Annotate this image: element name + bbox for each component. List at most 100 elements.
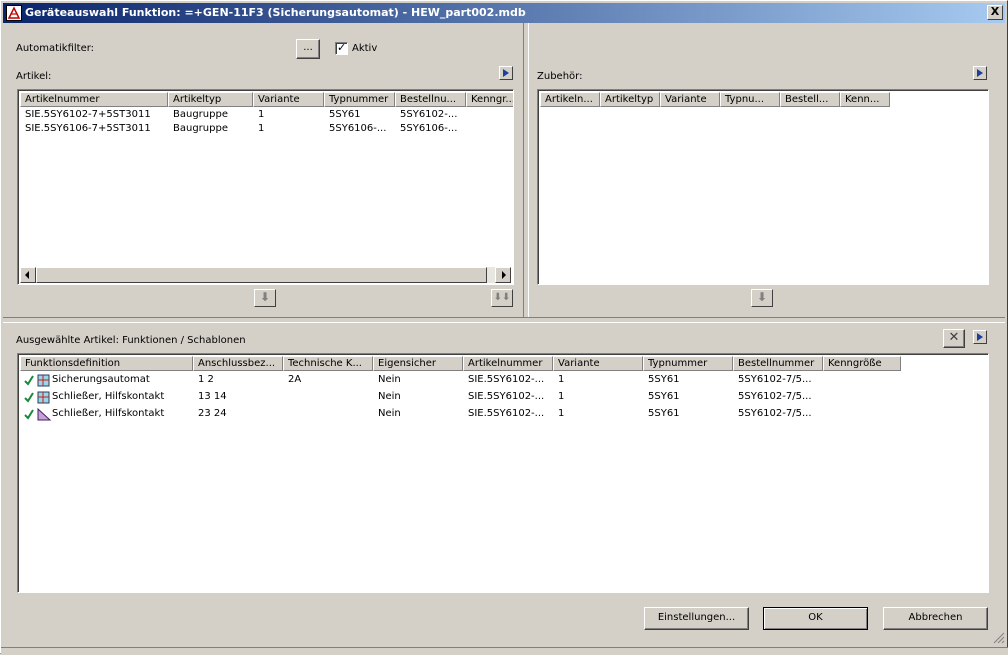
- ok-button[interactable]: OK: [763, 607, 868, 630]
- arrow-down-icon: ⬇: [756, 290, 768, 304]
- window-title: Geräteauswahl Funktion: =+GEN-11F3 (Sich…: [25, 6, 526, 19]
- cell: Baugruppe: [173, 109, 228, 120]
- x-icon: ✕: [948, 330, 960, 345]
- close-button[interactable]: X: [987, 5, 1003, 20]
- cell: Schließer, Hilfskontakt: [52, 391, 165, 402]
- device-selection-dialog: Geräteauswahl Funktion: =+GEN-11F3 (Sich…: [0, 0, 1008, 655]
- cell: [283, 390, 373, 404]
- column-header[interactable]: Bestellnummer: [733, 356, 823, 371]
- cell: 1: [558, 391, 565, 402]
- vertical-splitter[interactable]: [523, 23, 529, 317]
- cell: SIE.5SY6102-...: [468, 391, 545, 402]
- cell: [283, 407, 373, 421]
- play-arrow-icon: [977, 333, 983, 341]
- app-icon: [6, 5, 22, 21]
- column-header[interactable]: Kenngröße: [823, 356, 901, 371]
- cancel-button[interactable]: Abbrechen: [883, 607, 988, 630]
- column-header[interactable]: Anschlussbez...: [193, 356, 283, 371]
- play-arrow-icon: [503, 69, 509, 77]
- cell: Baugruppe: [173, 123, 228, 134]
- column-header[interactable]: Artikelnummer: [463, 356, 553, 371]
- remove-button[interactable]: ✕: [943, 329, 965, 348]
- scroll-left-button[interactable]: [20, 267, 36, 283]
- cell: Nein: [378, 408, 401, 419]
- cell: 13 14: [198, 391, 227, 402]
- arrow-down-icon: ⬇: [259, 290, 271, 304]
- column-header[interactable]: Variante: [553, 356, 643, 371]
- check-mark-icon: ✓: [337, 41, 347, 54]
- column-header[interactable]: Funktionsdefinition: [20, 356, 193, 371]
- resize-grip-icon[interactable]: [993, 632, 1005, 644]
- play-arrow-icon: [977, 69, 983, 77]
- cell: 5SY6106-...: [329, 123, 387, 134]
- cell: Nein: [378, 391, 401, 402]
- cell: Schließer, Hilfskontakt: [52, 408, 165, 419]
- horizontal-scrollbar[interactable]: [20, 267, 511, 283]
- artikel-expand-button[interactable]: [499, 66, 513, 80]
- column-header[interactable]: Artikelnummer: [20, 92, 168, 107]
- filter-browse-button[interactable]: ...: [296, 39, 320, 59]
- artikel-list[interactable]: Artikelnummer Artikeltyp Variante Typnum…: [17, 89, 514, 285]
- move-all-down-button[interactable]: ⬇⬇: [491, 289, 513, 307]
- aktiv-checkbox[interactable]: ✓: [335, 41, 348, 55]
- cell: 5SY6102-7/5...: [738, 374, 812, 385]
- cell: 1: [258, 123, 265, 134]
- column-header[interactable]: Artikeltyp: [168, 92, 253, 107]
- cell: Nein: [378, 374, 401, 385]
- selected-expand-button[interactable]: [973, 330, 987, 344]
- cell: 1 2: [198, 374, 214, 385]
- horizontal-splitter[interactable]: [3, 317, 1005, 323]
- column-header[interactable]: Kenn...: [840, 92, 890, 107]
- column-header[interactable]: Artikeltyp: [600, 92, 660, 107]
- title-bar[interactable]: Geräteauswahl Funktion: =+GEN-11F3 (Sich…: [3, 3, 1005, 23]
- cell: SIE.5SY6106-7+5ST3011: [25, 123, 151, 134]
- cell: 1: [258, 109, 265, 120]
- arrow-left-icon: [25, 271, 29, 279]
- settings-button[interactable]: Einstellungen...: [644, 607, 749, 630]
- aktiv-label: Aktiv: [352, 43, 378, 54]
- cell: 5SY6102-...: [400, 109, 458, 120]
- column-header[interactable]: Kenngr...: [466, 92, 513, 107]
- cell: 5SY6102-7/5...: [738, 408, 812, 419]
- scroll-thumb[interactable]: [36, 267, 487, 283]
- cell: 23 24: [198, 408, 227, 419]
- cell: 2A: [288, 374, 302, 385]
- scroll-right-button[interactable]: [495, 267, 511, 283]
- move-down-button[interactable]: ⬇: [254, 289, 276, 307]
- automatikfilter-label: Automatikfilter:: [16, 43, 95, 54]
- cell: Sicherungsautomat: [52, 374, 150, 385]
- accessory-move-down-button[interactable]: ⬇: [751, 289, 773, 307]
- column-header[interactable]: Eigensicher: [373, 356, 463, 371]
- column-header[interactable]: Variante: [660, 92, 720, 107]
- cell: 5SY61: [648, 391, 680, 402]
- arrow-right-icon: [502, 271, 506, 279]
- column-header[interactable]: Typnu...: [720, 92, 780, 107]
- cell: 5SY6102-7/5...: [738, 391, 812, 402]
- cell: 5SY6106-...: [400, 123, 458, 134]
- column-header[interactable]: Artikeln...: [540, 92, 600, 107]
- cell: 5SY61: [329, 109, 361, 120]
- column-header[interactable]: Typnummer: [324, 92, 395, 107]
- selected-articles-list[interactable]: Funktionsdefinition Anschlussbez... Tech…: [17, 353, 989, 593]
- table-row[interactable]: Schließer, Hilfskontakt 13 14 Nein SIE.5…: [20, 390, 980, 404]
- cell: SIE.5SY6102-...: [468, 374, 545, 385]
- cell: 1: [558, 408, 565, 419]
- zubehoer-expand-button[interactable]: [973, 66, 987, 80]
- zubehoer-list[interactable]: Artikeln... Artikeltyp Variante Typnu...…: [537, 89, 989, 285]
- cell: 1: [558, 374, 565, 385]
- column-header[interactable]: Bestellnu...: [395, 92, 466, 107]
- table-row[interactable]: Schließer, Hilfskontakt 23 24 Nein SIE.5…: [20, 407, 980, 421]
- cell: 5SY61: [648, 374, 680, 385]
- column-header[interactable]: Technische K...: [283, 356, 373, 371]
- cell: SIE.5SY6102-7+5ST3011: [25, 109, 151, 120]
- zubehoer-label: Zubehör:: [537, 71, 583, 82]
- column-header[interactable]: Typnummer: [643, 356, 733, 371]
- artikel-label: Artikel:: [16, 71, 52, 82]
- selected-articles-label: Ausgewählte Artikel: Funktionen / Schabl…: [16, 335, 246, 346]
- column-header[interactable]: Variante: [253, 92, 324, 107]
- cell: SIE.5SY6102-...: [468, 408, 545, 419]
- cell: 5SY61: [648, 408, 680, 419]
- table-row[interactable]: Sicherungsautomat 1 2 2A Nein SIE.5SY610…: [20, 373, 980, 387]
- column-header[interactable]: Bestell...: [780, 92, 840, 107]
- double-arrow-down-icon: ⬇⬇: [493, 292, 511, 303]
